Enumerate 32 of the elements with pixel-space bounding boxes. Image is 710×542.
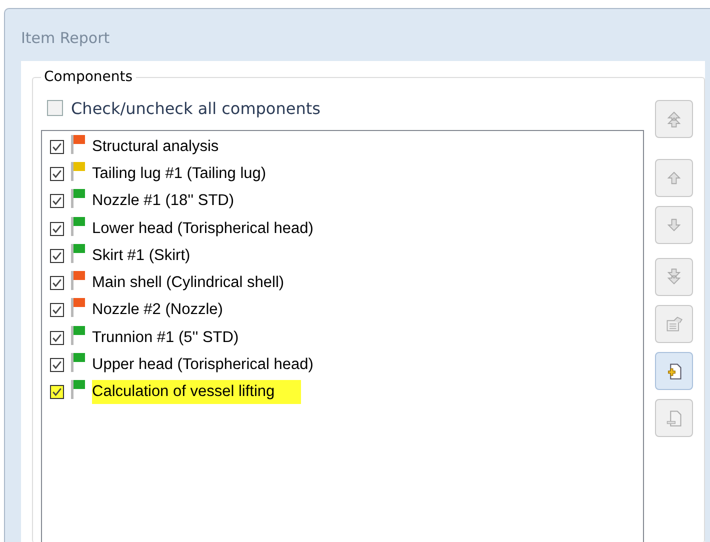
window-title: Item Report [21,29,110,47]
component-label[interactable]: Nozzle #1 (18'' STD) [92,191,238,212]
checkbox[interactable] [50,358,64,372]
component-label[interactable]: Tailing lug #1 (Tailing lug) [92,164,270,184]
checkbox[interactable] [50,248,64,263]
checkbox[interactable] [50,166,64,181]
component-label[interactable]: Calculation of vessel lifting [92,380,301,404]
group-title: Components [41,69,136,85]
checkbox-label[interactable]: Check/uncheck all components [71,98,320,118]
component-label[interactable]: Trunnion #1 (5'' STD) [92,328,243,348]
component-label[interactable]: Structural analysis [92,136,223,157]
checkbox[interactable] [50,222,64,236]
checkbox[interactable] [50,385,64,400]
add-button[interactable] [655,352,693,390]
double-down-arrow-icon [665,268,683,286]
component-label[interactable]: Nozzle #2 (Nozzle) [92,300,227,320]
component-label[interactable]: Lower head (Torispherical head) [92,218,318,239]
checkbox[interactable] [50,276,64,290]
component-label[interactable]: Upper head (Torispherical head) [92,355,318,376]
component-label[interactable]: Main shell (Cylindrical shell) [92,273,288,294]
checkbox[interactable] [47,100,63,116]
component-label[interactable]: Skirt #1 (Skirt) [92,246,194,266]
double-up-arrow-icon [665,110,683,128]
checkbox[interactable] [50,303,64,318]
checkbox[interactable] [50,140,64,154]
checkbox[interactable] [50,330,64,345]
checkbox[interactable] [50,194,64,208]
remove-document-icon [665,409,683,427]
down-arrow-icon [665,216,683,234]
form-icon [665,315,683,333]
up-arrow-icon [665,169,683,187]
add-document-icon [665,362,683,380]
